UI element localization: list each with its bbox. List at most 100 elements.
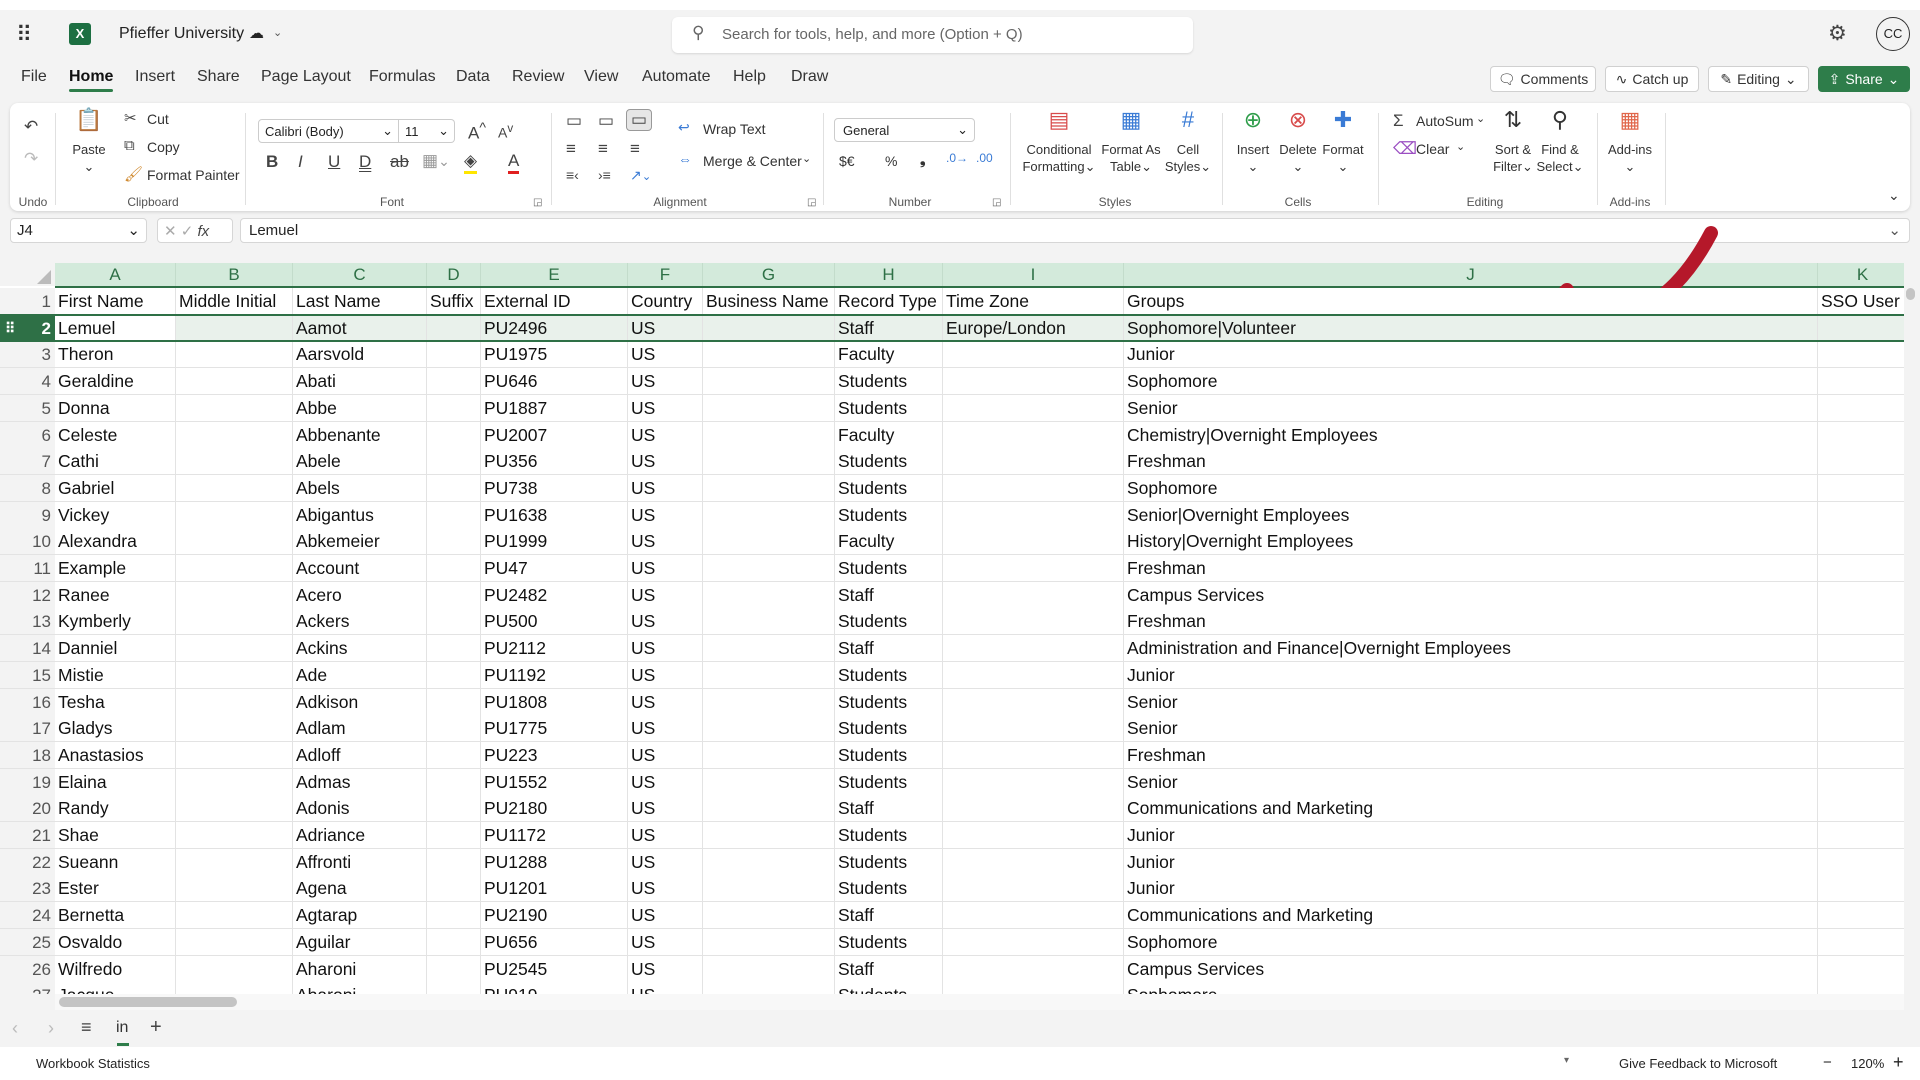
cell-e13[interactable]: PU500 — [481, 608, 628, 636]
cell-e19[interactable]: PU1552 — [481, 768, 628, 796]
cell-j19[interactable]: Senior — [1124, 768, 1818, 796]
cell-g2[interactable] — [703, 314, 835, 342]
cell-g24[interactable] — [703, 902, 835, 930]
cell-k17[interactable] — [1818, 715, 1904, 743]
cell-i16[interactable] — [943, 688, 1124, 716]
cell-e27[interactable]: PU919 — [481, 982, 628, 994]
cell-d13[interactable] — [427, 608, 481, 636]
header-cell-b1[interactable]: Middle Initial — [176, 288, 293, 315]
cell-c3[interactable]: Aarsvold — [293, 341, 427, 369]
header-cell-g1[interactable]: Business Name — [703, 288, 835, 315]
cell-i20[interactable] — [943, 795, 1124, 823]
cell-h22[interactable]: Students — [835, 848, 943, 876]
cell-h10[interactable]: Faculty — [835, 528, 943, 556]
cell-i10[interactable] — [943, 528, 1124, 556]
cell-c11[interactable]: Account — [293, 555, 427, 582]
cell-h3[interactable]: Faculty — [835, 341, 943, 369]
cell-d2[interactable] — [427, 314, 481, 342]
cell-h7[interactable]: Students — [835, 448, 943, 476]
cell-e18[interactable]: PU223 — [481, 741, 628, 769]
cell-g3[interactable] — [703, 341, 835, 369]
cell-a3[interactable]: Theron — [55, 341, 176, 369]
cell-k25[interactable] — [1818, 928, 1904, 956]
cell-b18[interactable] — [176, 741, 293, 769]
cell-k19[interactable] — [1818, 768, 1904, 796]
cell-h6[interactable]: Faculty — [835, 421, 943, 449]
cell-c2[interactable]: Aamot — [293, 314, 427, 342]
cell-i26[interactable] — [943, 955, 1124, 983]
cell-j11[interactable]: Freshman — [1124, 555, 1818, 582]
cell-k15[interactable] — [1818, 661, 1904, 689]
cell-d7[interactable] — [427, 448, 481, 476]
cell-j13[interactable]: Freshman — [1124, 608, 1818, 636]
cell-d22[interactable] — [427, 848, 481, 876]
cell-e23[interactable]: PU1201 — [481, 875, 628, 903]
cell-k2[interactable] — [1818, 314, 1904, 342]
cell-j18[interactable]: Freshman — [1124, 741, 1818, 769]
header-cell-a1[interactable]: First Name — [55, 288, 176, 315]
header-cell-i1[interactable]: Time Zone — [943, 288, 1124, 315]
cell-h11[interactable]: Students — [835, 555, 943, 582]
cell-i11[interactable] — [943, 555, 1124, 582]
cell-h20[interactable]: Staff — [835, 795, 943, 823]
cell-h26[interactable]: Staff — [835, 955, 943, 983]
cell-f7[interactable]: US — [628, 448, 703, 476]
cell-a13[interactable]: Kymberly — [55, 608, 176, 636]
cell-a21[interactable]: Shae — [55, 822, 176, 849]
cell-d15[interactable] — [427, 661, 481, 689]
cell-e17[interactable]: PU1775 — [481, 715, 628, 743]
cell-j24[interactable]: Communications and Marketing — [1124, 902, 1818, 930]
cell-k10[interactable] — [1818, 528, 1904, 556]
cell-f11[interactable]: US — [628, 555, 703, 582]
cell-g8[interactable] — [703, 474, 835, 502]
cell-g22[interactable] — [703, 848, 835, 876]
cell-a18[interactable]: Anastasios — [55, 741, 176, 769]
cell-d9[interactable] — [427, 501, 481, 529]
header-cell-k1[interactable]: SSO User I — [1818, 288, 1904, 315]
cell-g7[interactable] — [703, 448, 835, 476]
cell-e5[interactable]: PU1887 — [481, 394, 628, 422]
header-cell-f1[interactable]: Country — [628, 288, 703, 315]
cell-e8[interactable]: PU738 — [481, 474, 628, 502]
cell-g20[interactable] — [703, 795, 835, 823]
cell-b5[interactable] — [176, 394, 293, 422]
cell-j2[interactable]: Sophomore|Volunteer — [1124, 314, 1818, 342]
cell-k24[interactable] — [1818, 902, 1904, 930]
cell-d19[interactable] — [427, 768, 481, 796]
cell-d3[interactable] — [427, 341, 481, 369]
cell-d5[interactable] — [427, 394, 481, 422]
cell-h24[interactable]: Staff — [835, 902, 943, 930]
cell-f4[interactable]: US — [628, 368, 703, 396]
cell-b26[interactable] — [176, 955, 293, 983]
cell-a15[interactable]: Mistie — [55, 661, 176, 689]
header-cell-d1[interactable]: Suffix — [427, 288, 481, 315]
cell-d16[interactable] — [427, 688, 481, 716]
cell-j10[interactable]: History|Overnight Employees — [1124, 528, 1818, 556]
cell-b25[interactable] — [176, 928, 293, 956]
cell-a12[interactable]: Ranee — [55, 581, 176, 609]
header-cell-j1[interactable]: Groups — [1124, 288, 1818, 315]
cell-d23[interactable] — [427, 875, 481, 903]
cell-d10[interactable] — [427, 528, 481, 556]
cell-k20[interactable] — [1818, 795, 1904, 823]
cell-c5[interactable]: Abbe — [293, 394, 427, 422]
cell-h2[interactable]: Staff — [835, 314, 943, 342]
cell-k3[interactable] — [1818, 341, 1904, 369]
cell-i7[interactable] — [943, 448, 1124, 476]
cell-c13[interactable]: Ackers — [293, 608, 427, 636]
cell-c8[interactable]: Abels — [293, 474, 427, 502]
cell-j4[interactable]: Sophomore — [1124, 368, 1818, 396]
cell-a11[interactable]: Example — [55, 555, 176, 582]
cell-e21[interactable]: PU1172 — [481, 822, 628, 849]
cell-k12[interactable] — [1818, 581, 1904, 609]
cell-i18[interactable] — [943, 741, 1124, 769]
cell-i19[interactable] — [943, 768, 1124, 796]
cell-g25[interactable] — [703, 928, 835, 956]
cell-k18[interactable] — [1818, 741, 1904, 769]
cell-g4[interactable] — [703, 368, 835, 396]
cell-g21[interactable] — [703, 822, 835, 849]
cell-d24[interactable] — [427, 902, 481, 930]
cell-f12[interactable]: US — [628, 581, 703, 609]
cell-g12[interactable] — [703, 581, 835, 609]
cell-h4[interactable]: Students — [835, 368, 943, 396]
